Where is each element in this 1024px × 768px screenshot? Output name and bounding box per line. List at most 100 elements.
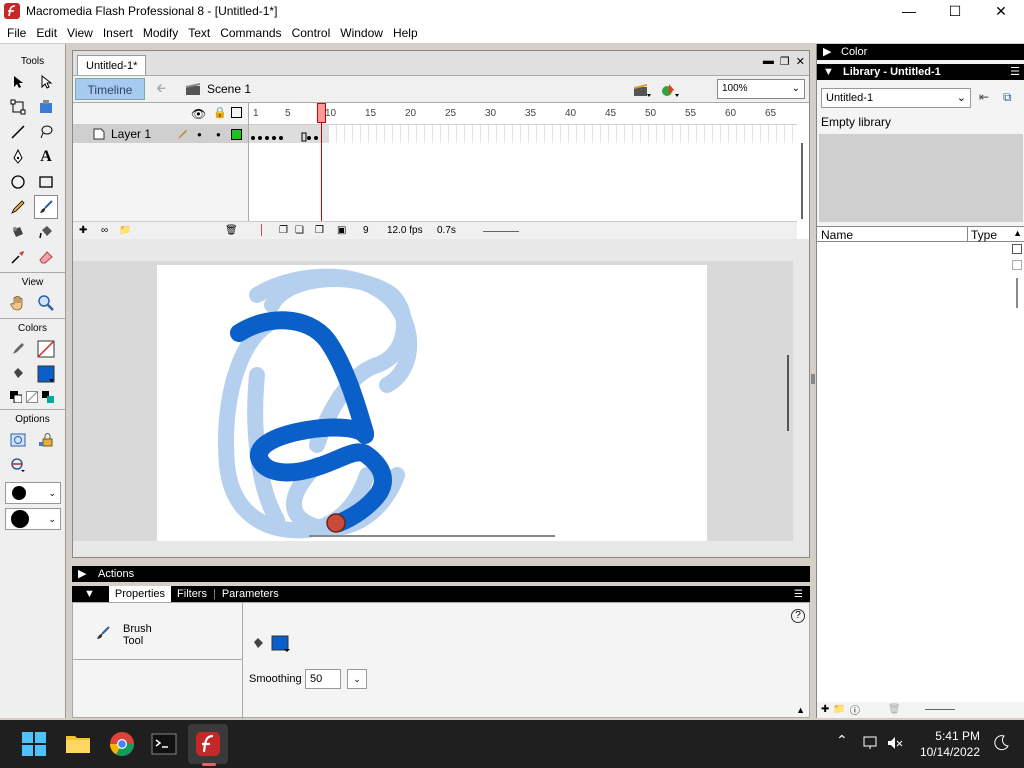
terminal-icon[interactable] bbox=[150, 730, 178, 758]
scene-breadcrumb[interactable]: Scene 1 bbox=[185, 82, 251, 96]
layer-visible-dot[interactable]: ● bbox=[197, 130, 202, 139]
tab-parameters[interactable]: Parameters bbox=[216, 588, 285, 600]
moon-icon[interactable] bbox=[992, 734, 1010, 752]
document-tab[interactable]: Untitled-1* bbox=[77, 55, 147, 75]
zoom-dropdown[interactable]: 100% ⌄ bbox=[717, 79, 805, 99]
timeline-hscroll[interactable] bbox=[483, 231, 519, 232]
library-menu-icon[interactable]: ☰ bbox=[1010, 64, 1020, 80]
volume-muted-icon[interactable] bbox=[886, 734, 904, 752]
library-list[interactable] bbox=[817, 242, 1024, 702]
column-name[interactable]: Name bbox=[821, 228, 853, 242]
rectangle-tool-icon[interactable] bbox=[34, 170, 58, 194]
file-explorer-icon[interactable] bbox=[64, 730, 92, 758]
doc-close-icon[interactable]: ✕ bbox=[796, 55, 805, 68]
menu-control[interactable]: Control bbox=[287, 26, 336, 40]
tab-properties[interactable]: Properties bbox=[108, 586, 172, 602]
layer-lock-dot[interactable]: ● bbox=[216, 130, 221, 139]
timeline-vscroll[interactable] bbox=[801, 143, 803, 219]
playhead[interactable] bbox=[317, 103, 326, 123]
stroke-color-swatch[interactable] bbox=[34, 337, 58, 361]
library-select[interactable]: Untitled-1 ⌄ bbox=[821, 88, 971, 108]
frame-area[interactable]: 1 5 10 15 20 25 30 35 40 45 50 55 60 65 bbox=[249, 103, 803, 239]
pencil-tool-icon[interactable] bbox=[6, 195, 30, 219]
modify-markers-icon[interactable]: ▣ bbox=[337, 225, 346, 236]
layer-outline-color-icon[interactable] bbox=[231, 128, 242, 140]
onion-skin-icon[interactable]: ❐ bbox=[279, 225, 288, 236]
paint-bucket-tool-icon[interactable] bbox=[34, 220, 58, 244]
stage-vscroll[interactable] bbox=[787, 355, 789, 431]
panel-menu-icon[interactable]: ☰ bbox=[794, 589, 803, 600]
library-vscroll[interactable] bbox=[1016, 278, 1018, 308]
swap-colors-icon[interactable] bbox=[42, 391, 54, 403]
flash-taskbar-icon[interactable] bbox=[194, 730, 222, 758]
properties-icon[interactable]: ⓘ bbox=[850, 702, 860, 717]
menu-file[interactable]: File bbox=[2, 26, 31, 40]
menu-edit[interactable]: Edit bbox=[31, 26, 62, 40]
pen-tool-icon[interactable] bbox=[6, 145, 30, 169]
ink-bottle-tool-icon[interactable] bbox=[6, 220, 30, 244]
back-arrow-icon[interactable]: 🡰 bbox=[151, 79, 171, 100]
fill-transform-tool-icon[interactable] bbox=[34, 95, 58, 119]
lasso-tool-icon[interactable] bbox=[34, 120, 58, 144]
fill-color-swatch[interactable] bbox=[34, 362, 58, 386]
frames-row[interactable] bbox=[249, 125, 797, 143]
brush-mode-icon[interactable] bbox=[6, 428, 30, 452]
smoothing-input[interactable]: 50 bbox=[305, 669, 341, 689]
windows-start-icon[interactable] bbox=[20, 730, 48, 758]
onion-outline-icon[interactable]: ❏ bbox=[295, 225, 304, 236]
eyedropper-tool-icon[interactable] bbox=[6, 245, 30, 269]
edit-scene-icon[interactable] bbox=[633, 82, 651, 98]
narrow-state-icon[interactable] bbox=[1012, 260, 1022, 270]
text-tool-icon[interactable]: A bbox=[34, 145, 58, 169]
new-folder-icon[interactable]: 📁 bbox=[833, 704, 845, 715]
menu-commands[interactable]: Commands bbox=[215, 26, 286, 40]
close-button[interactable]: ✕ bbox=[978, 0, 1024, 22]
black-white-icon[interactable] bbox=[10, 391, 22, 403]
brush-tool-icon[interactable] bbox=[34, 195, 58, 219]
timeline-toggle-button[interactable]: Timeline bbox=[75, 78, 145, 100]
add-motion-guide-icon[interactable]: ∞ bbox=[101, 225, 108, 236]
doc-restore-icon[interactable]: ❐ bbox=[780, 55, 790, 68]
library-panel-header[interactable]: ▼ Library - Untitled-1 ☰ bbox=[817, 64, 1024, 80]
lock-icon[interactable]: 🔒 bbox=[213, 106, 227, 119]
network-icon[interactable] bbox=[862, 734, 880, 752]
free-transform-tool-icon[interactable] bbox=[6, 95, 30, 119]
selection-tool-icon[interactable] bbox=[6, 70, 30, 94]
fill-color-swatch[interactable] bbox=[271, 635, 291, 653]
chrome-icon[interactable] bbox=[108, 730, 136, 758]
actions-panel-header[interactable]: ▶ Actions bbox=[72, 566, 810, 582]
menu-insert[interactable]: Insert bbox=[98, 26, 138, 40]
add-layer-icon[interactable]: ✚ bbox=[79, 225, 87, 236]
brush-size-dropdown[interactable]: ⌄ bbox=[5, 482, 61, 504]
show-hide-eye-icon[interactable]: 👁 bbox=[191, 107, 206, 121]
outline-icon[interactable] bbox=[231, 107, 242, 118]
edit-symbols-icon[interactable] bbox=[661, 82, 679, 98]
hand-tool-icon[interactable] bbox=[6, 291, 30, 315]
line-tool-icon[interactable] bbox=[6, 120, 30, 144]
lock-fill-icon[interactable] bbox=[34, 428, 58, 452]
menu-view[interactable]: View bbox=[62, 26, 98, 40]
eraser-tool-icon[interactable] bbox=[34, 245, 58, 269]
edit-multiple-frames-icon[interactable]: ❒ bbox=[315, 225, 324, 236]
no-color-icon[interactable] bbox=[26, 391, 38, 403]
minimize-button[interactable]: — bbox=[886, 0, 932, 22]
pin-library-icon[interactable]: ⇤ bbox=[979, 90, 989, 104]
smoothing-dropdown-icon[interactable]: ⌄ bbox=[347, 669, 367, 689]
sort-icon[interactable]: ▲ bbox=[1013, 228, 1022, 238]
center-frame-icon[interactable]: │ bbox=[259, 225, 265, 236]
brush-shape-icon[interactable] bbox=[6, 453, 30, 477]
collapse-arrow-icon[interactable]: ▼ bbox=[84, 588, 95, 600]
layer-row[interactable]: Layer 1 ● ● bbox=[73, 125, 248, 143]
menu-modify[interactable]: Modify bbox=[138, 26, 183, 40]
chevron-up-icon[interactable]: ⌃ bbox=[836, 732, 848, 749]
menu-text[interactable]: Text bbox=[183, 26, 215, 40]
brush-shape-dropdown[interactable]: ⌄ bbox=[5, 508, 61, 530]
column-type[interactable]: Type bbox=[971, 228, 997, 242]
stage-canvas[interactable] bbox=[157, 265, 707, 541]
add-folder-icon[interactable]: 📁 bbox=[119, 225, 131, 236]
delete-layer-icon[interactable]: 🗑 bbox=[225, 225, 238, 236]
expand-properties-icon[interactable]: ▲ bbox=[796, 705, 805, 715]
menu-help[interactable]: Help bbox=[388, 26, 423, 40]
library-hscroll[interactable] bbox=[924, 708, 955, 710]
maximize-button[interactable]: ☐ bbox=[932, 0, 978, 22]
